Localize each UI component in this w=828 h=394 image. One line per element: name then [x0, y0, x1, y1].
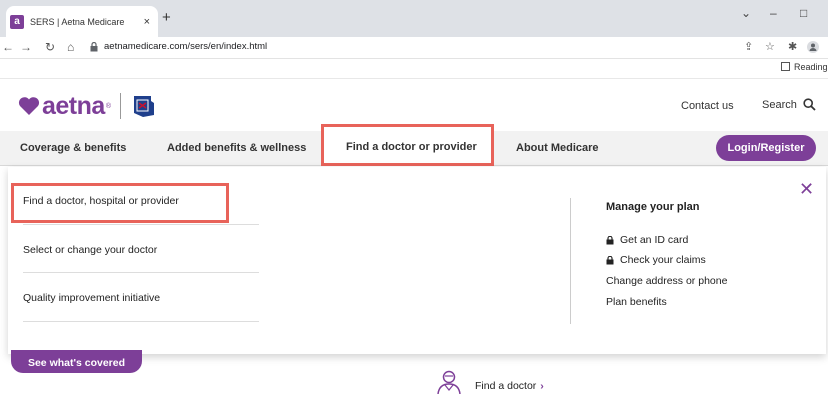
browser-tab[interactable]: a SERS | Aetna Medicare ×: [6, 6, 158, 37]
aetna-wordmark: aetna: [42, 91, 105, 120]
forward-arrow-icon[interactable]: →: [20, 40, 32, 54]
back-arrow-icon[interactable]: ←: [2, 40, 14, 54]
get-id-card-link[interactable]: Get an ID card: [606, 234, 688, 246]
dropdown-item-highlight: [11, 183, 229, 223]
bookmark-bar: Reading: [0, 59, 828, 79]
extensions-icon[interactable]: ✱: [788, 40, 797, 54]
tab-title: SERS | Aetna Medicare: [30, 16, 125, 27]
divider: [23, 224, 259, 225]
divider: [23, 321, 259, 322]
nav-coverage-benefits[interactable]: Coverage & benefits: [20, 142, 126, 154]
profile-avatar-icon[interactable]: [807, 41, 819, 53]
check-claims-link[interactable]: Check your claims: [606, 254, 706, 266]
nav-find-doctor-label: Find a doctor or provider: [346, 141, 477, 153]
browser-toolbar: ← → ↻ ⌂ aetnamedicare.com/sers/en/index.…: [0, 37, 828, 59]
dropdown-item-select-doctor[interactable]: Select or change your doctor: [23, 244, 259, 256]
contact-us-link[interactable]: Contact us: [681, 100, 734, 112]
maximize-button[interactable]: □: [800, 6, 807, 20]
reading-list-button[interactable]: Reading: [781, 62, 828, 72]
divider: [23, 272, 259, 273]
check-claims-label: Check your claims: [620, 254, 706, 266]
new-tab-button[interactable]: +: [162, 10, 171, 25]
search-link[interactable]: Search: [762, 98, 816, 111]
home-icon[interactable]: ⌂: [67, 40, 74, 54]
lock-icon: [90, 42, 98, 52]
registered-mark: ®: [105, 102, 111, 110]
nav-added-benefits[interactable]: Added benefits & wellness: [167, 142, 306, 154]
bookmark-star-icon[interactable]: ☆: [765, 40, 775, 54]
reading-list-label: Reading: [794, 62, 828, 72]
doctor-icon: [437, 370, 461, 394]
get-id-card-label: Get an ID card: [620, 234, 689, 246]
chevron-right-icon: ›: [540, 380, 544, 392]
close-icon[interactable]: ✕: [799, 180, 814, 198]
dropdown-column-divider: [570, 198, 571, 324]
nav-about-medicare[interactable]: About Medicare: [516, 142, 599, 154]
minimize-button[interactable]: –: [770, 6, 777, 20]
tab-close-icon[interactable]: ×: [144, 16, 150, 28]
collapse-icon[interactable]: ⌄: [741, 6, 751, 20]
search-label: Search: [762, 98, 797, 111]
change-address-link[interactable]: Change address or phone: [606, 275, 727, 287]
dropdown-item-quality-improvement[interactable]: Quality improvement initiative: [23, 292, 259, 304]
lock-icon: [606, 235, 614, 244]
login-register-button[interactable]: Login/Register: [716, 135, 816, 161]
find-a-doctor-label: Find a doctor: [475, 380, 537, 392]
heart-icon: [18, 97, 40, 115]
reload-icon[interactable]: ↻: [45, 40, 55, 54]
logo-divider: [119, 93, 121, 119]
share-icon[interactable]: ⇪: [744, 40, 753, 54]
aetna-favicon-icon: a: [10, 14, 24, 29]
nav-find-doctor-active[interactable]: Find a doctor or provider: [321, 124, 494, 166]
find-a-doctor-link[interactable]: Find a doctor ›: [475, 380, 544, 392]
address-bar[interactable]: aetnamedicare.com/sers/en/index.html: [104, 41, 267, 52]
plan-benefits-link[interactable]: Plan benefits: [606, 296, 667, 308]
browser-tab-bar: a SERS | Aetna Medicare × + ⌄ – □: [0, 0, 828, 37]
sers-logo-icon: [133, 96, 154, 117]
aetna-logo[interactable]: aetna ®: [18, 93, 157, 119]
lock-icon: [606, 255, 614, 264]
manage-plan-heading: Manage your plan: [606, 201, 700, 213]
search-icon: [803, 98, 816, 111]
reading-list-icon: [781, 62, 790, 71]
see-whats-covered-button[interactable]: See what's covered: [11, 350, 142, 373]
